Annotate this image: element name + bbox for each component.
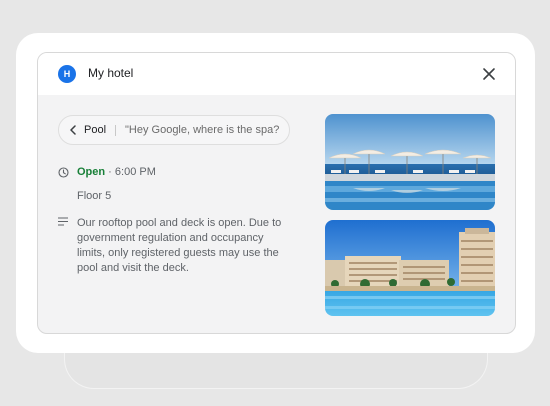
card-header: H My hotel — [38, 53, 515, 95]
chip-hint: "Hey Google, where is the spa? — [125, 124, 280, 136]
opening-hours: Open · 6:00 PM — [77, 166, 156, 178]
smart-display: H My hotel Pool "Hey Google, where is th… — [16, 33, 535, 353]
card-title: My hotel — [88, 66, 134, 80]
hotel-card: H My hotel Pool "Hey Google, where is th… — [37, 52, 516, 334]
hotel-avatar: H — [58, 65, 76, 83]
pool-suggestion-chip[interactable]: Pool "Hey Google, where is the spa? — [58, 115, 290, 145]
clock-icon — [58, 167, 69, 178]
pool-description: Our rooftop pool and deck is open. Due t… — [77, 217, 282, 274]
hotel-pool-photo — [325, 220, 495, 316]
open-status: Open — [77, 166, 106, 178]
close-icon[interactable] — [479, 64, 499, 84]
chip-divider — [115, 125, 116, 136]
notes-icon — [58, 217, 68, 226]
floor-label: Floor 5 — [77, 190, 112, 202]
hours-text: · 6:00 PM — [105, 166, 156, 178]
chevron-left-icon[interactable] — [67, 124, 79, 136]
chip-label: Pool — [84, 124, 107, 136]
pool-deck-photo — [325, 114, 495, 210]
